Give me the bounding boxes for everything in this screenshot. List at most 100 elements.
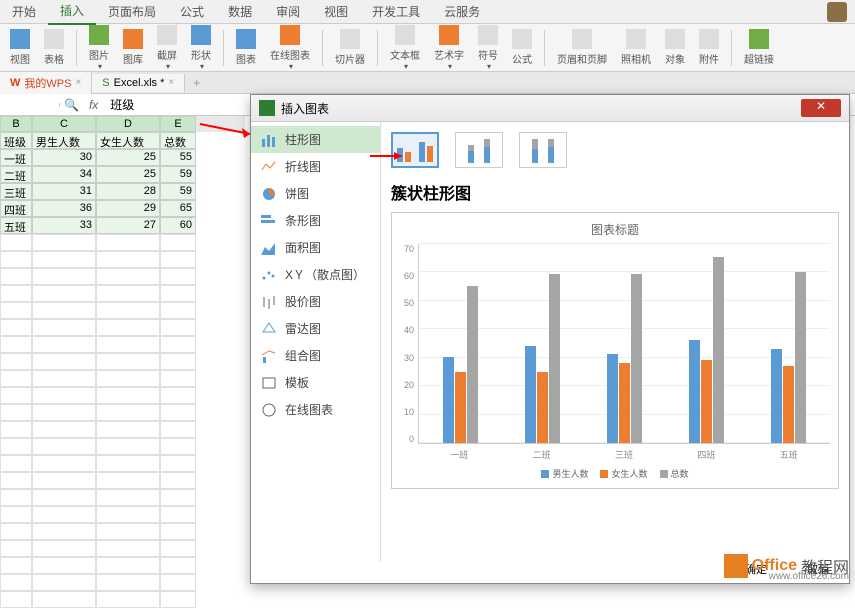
tab-review[interactable]: 审阅 (264, 0, 312, 24)
cell[interactable]: 36 (32, 200, 96, 217)
tool-screenshot[interactable]: 截屏▾ (151, 23, 183, 73)
cell[interactable] (160, 302, 196, 319)
cell[interactable] (32, 557, 96, 574)
cell[interactable] (160, 251, 196, 268)
cell[interactable] (0, 557, 32, 574)
cell[interactable] (32, 574, 96, 591)
close-icon[interactable]: × (75, 77, 81, 88)
tool-hyperlink[interactable]: 超链接 (738, 27, 780, 68)
cell[interactable] (0, 472, 32, 489)
cell[interactable] (0, 353, 32, 370)
cell[interactable] (160, 353, 196, 370)
cell[interactable]: 27 (96, 217, 160, 234)
search-icon[interactable]: 🔍 (60, 98, 83, 112)
cell[interactable] (96, 540, 160, 557)
cell[interactable] (0, 404, 32, 421)
cell[interactable]: 65 (160, 200, 196, 217)
cell[interactable] (0, 251, 32, 268)
cell[interactable] (160, 591, 196, 608)
tool-picture[interactable]: 图片▾ (83, 23, 115, 73)
tab-cloud[interactable]: 云服务 (432, 0, 492, 24)
chart-type-line[interactable]: 折线图 (251, 153, 380, 180)
cell-reference[interactable] (0, 103, 60, 107)
doc-tab-excel[interactable]: SExcel.xls *× (92, 74, 185, 92)
cell[interactable]: 一班 (0, 149, 32, 166)
cell[interactable]: 29 (96, 200, 160, 217)
cell[interactable] (96, 591, 160, 608)
cell[interactable]: 三班 (0, 183, 32, 200)
tool-onlinechart[interactable]: 在线图表▾ (264, 23, 316, 73)
cell[interactable]: 女生人数 (96, 132, 160, 149)
cell[interactable]: 55 (160, 149, 196, 166)
cell[interactable] (96, 285, 160, 302)
tab-data[interactable]: 数据 (216, 0, 264, 24)
cell[interactable] (96, 336, 160, 353)
cell[interactable] (160, 472, 196, 489)
cell[interactable] (160, 234, 196, 251)
cell[interactable]: 四班 (0, 200, 32, 217)
fx-label[interactable]: fx (83, 98, 104, 112)
tab-dev[interactable]: 开发工具 (360, 0, 432, 24)
close-icon[interactable]: × (168, 77, 174, 88)
cell[interactable] (32, 336, 96, 353)
cell[interactable] (0, 506, 32, 523)
cell[interactable] (96, 387, 160, 404)
cell[interactable] (160, 319, 196, 336)
cell[interactable]: 59 (160, 166, 196, 183)
chart-type-scatter[interactable]: XＹ（散点图） (251, 261, 380, 288)
cell[interactable] (32, 523, 96, 540)
cell[interactable]: 二班 (0, 166, 32, 183)
tool-slicer[interactable]: 切片器 (329, 27, 371, 68)
chart-type-stock[interactable]: 股价图 (251, 288, 380, 315)
cell[interactable] (32, 455, 96, 472)
chart-type-template[interactable]: 模板 (251, 369, 380, 396)
cell[interactable] (160, 370, 196, 387)
cell[interactable] (96, 506, 160, 523)
tool-attach[interactable]: 附件 (693, 27, 725, 68)
cell[interactable] (96, 234, 160, 251)
cell[interactable] (0, 387, 32, 404)
cell[interactable] (160, 506, 196, 523)
cell[interactable] (32, 387, 96, 404)
cell[interactable] (0, 319, 32, 336)
tool-chart[interactable]: 图表 (230, 27, 262, 68)
chart-type-area[interactable]: 面积图 (251, 234, 380, 261)
cell[interactable] (32, 591, 96, 608)
cell[interactable] (0, 285, 32, 302)
cell[interactable] (160, 523, 196, 540)
cell[interactable] (32, 472, 96, 489)
cell[interactable] (32, 319, 96, 336)
doc-tab-wps[interactable]: W我的WPS× (0, 72, 92, 94)
cell[interactable]: 男生人数 (32, 132, 96, 149)
cell[interactable]: 34 (32, 166, 96, 183)
cell[interactable]: 25 (96, 166, 160, 183)
subtype-stacked100[interactable] (519, 132, 567, 168)
cell[interactable] (0, 234, 32, 251)
cell[interactable]: 31 (32, 183, 96, 200)
cell[interactable] (32, 268, 96, 285)
cell[interactable] (96, 455, 160, 472)
cell[interactable] (32, 251, 96, 268)
cell[interactable] (96, 574, 160, 591)
cell[interactable] (32, 489, 96, 506)
tool-table[interactable]: 表格 (38, 27, 70, 68)
tool-gallery[interactable]: 图库 (117, 27, 149, 68)
tab-start[interactable]: 开始 (0, 0, 48, 24)
cell[interactable] (160, 455, 196, 472)
cell[interactable] (0, 421, 32, 438)
cell[interactable] (32, 540, 96, 557)
chart-type-radar[interactable]: 雷达图 (251, 315, 380, 342)
tool-object[interactable]: 对象 (659, 27, 691, 68)
cell[interactable]: 五班 (0, 217, 32, 234)
tab-formula[interactable]: 公式 (168, 0, 216, 24)
user-avatar-icon[interactable] (827, 2, 847, 22)
tab-view[interactable]: 视图 (312, 0, 360, 24)
col-header[interactable]: E (160, 116, 196, 132)
cell[interactable] (0, 302, 32, 319)
tool-headerfooter[interactable]: 页眉和页脚 (551, 27, 613, 68)
cell[interactable] (0, 268, 32, 285)
cell[interactable] (32, 302, 96, 319)
cell[interactable] (96, 489, 160, 506)
add-doc-button[interactable]: + (185, 76, 208, 90)
cell[interactable] (160, 387, 196, 404)
